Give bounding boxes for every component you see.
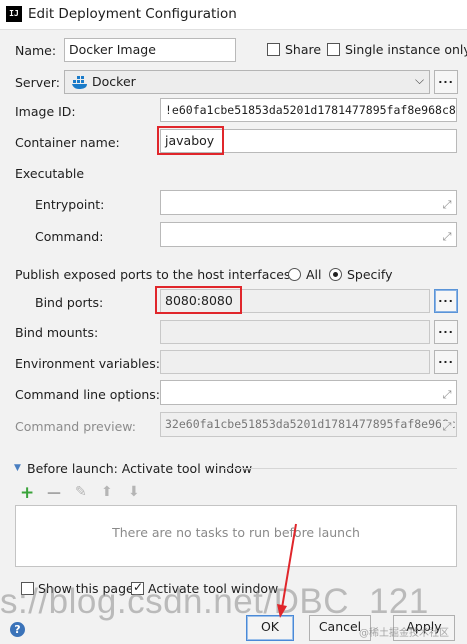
server-more-button[interactable]: ... — [434, 70, 458, 94]
edit-icon[interactable]: ✎ — [75, 484, 87, 500]
env-vars-field[interactable] — [160, 350, 430, 374]
title-bar: IJ Edit Deployment Configuration — [0, 0, 467, 30]
command-preview-field: 32e60fa1cbe51853da5201d1781477895faf8e96… — [160, 412, 457, 437]
add-icon[interactable]: + — [20, 485, 34, 502]
expand-icon[interactable]: ⤢ — [441, 421, 453, 433]
publish-all-radio[interactable] — [288, 268, 301, 281]
command-field[interactable]: ⤢ — [160, 222, 457, 247]
bind-ports-more-button[interactable]: ... — [434, 289, 458, 313]
command-label: Command: — [35, 229, 104, 244]
server-label: Server: — [15, 75, 60, 90]
name-label: Name: — [15, 43, 57, 58]
server-dropdown[interactable]: Docker ⌵ — [64, 70, 430, 94]
move-down-icon[interactable]: ⬇ — [128, 484, 140, 500]
bind-mounts-label: Bind mounts: — [15, 325, 99, 340]
share-checkbox[interactable] — [267, 43, 280, 56]
chevron-down-icon: ⌵ — [415, 73, 425, 87]
image-id-field[interactable]: !e60fa1cbe51853da5201d1781477895faf8e968… — [160, 98, 457, 122]
highlight-box-bind-ports — [155, 286, 242, 314]
image-id-label: Image ID: — [15, 104, 76, 119]
entrypoint-label: Entrypoint: — [35, 197, 105, 212]
bind-mounts-field[interactable] — [160, 320, 430, 344]
divider — [222, 468, 457, 469]
name-field[interactable]: Docker Image — [64, 38, 236, 62]
entrypoint-field[interactable]: ⤢ — [160, 190, 457, 215]
publish-specify-radio[interactable] — [329, 268, 342, 281]
remove-icon[interactable]: — — [47, 485, 61, 501]
bind-mounts-more-button[interactable]: ... — [434, 320, 458, 344]
help-icon[interactable]: ? — [10, 622, 25, 637]
expand-icon[interactable]: ⤢ — [441, 389, 453, 401]
env-vars-more-button[interactable]: ... — [434, 350, 458, 374]
container-name-label: Container name: — [15, 135, 120, 150]
highlight-box-container-name — [157, 126, 224, 155]
before-launch-header: Before launch: Activate tool window — [27, 461, 253, 476]
single-instance-checkbox[interactable] — [327, 43, 340, 56]
publish-ports-label: Publish exposed ports to the host interf… — [15, 267, 295, 282]
publish-specify-label: Specify — [347, 267, 393, 282]
command-line-options-field[interactable]: ⤢ — [160, 380, 457, 405]
bind-ports-label: Bind ports: — [35, 295, 104, 310]
expand-icon[interactable]: ⤢ — [441, 199, 453, 211]
expand-icon[interactable]: ⤢ — [441, 231, 453, 243]
command-line-options-label: Command line options: — [15, 387, 161, 402]
corner-watermark: @稀土掘金技术社区 — [359, 628, 449, 639]
docker-icon — [72, 76, 87, 89]
command-preview-value: 32e60fa1cbe51853da5201d1781477895faf8e96… — [165, 417, 457, 431]
command-preview-label: Command preview: — [15, 419, 137, 434]
empty-tasks-text: There are no tasks to run before launch — [112, 525, 360, 540]
publish-all-label: All — [306, 267, 322, 282]
server-value: Docker — [92, 74, 136, 89]
single-instance-label: Single instance only — [345, 42, 467, 57]
before-launch-task-list[interactable]: There are no tasks to run before launch — [15, 505, 457, 567]
annotation-arrow — [277, 523, 297, 618]
app-logo-icon: IJ — [6, 6, 22, 22]
window-title: Edit Deployment Configuration — [28, 6, 237, 22]
executable-section-label: Executable — [15, 166, 85, 181]
collapse-triangle-icon[interactable]: ▼ — [14, 463, 21, 473]
env-vars-label: Environment variables: — [15, 356, 160, 371]
move-up-icon[interactable]: ⬆ — [101, 484, 113, 500]
share-label: Share — [285, 42, 322, 57]
